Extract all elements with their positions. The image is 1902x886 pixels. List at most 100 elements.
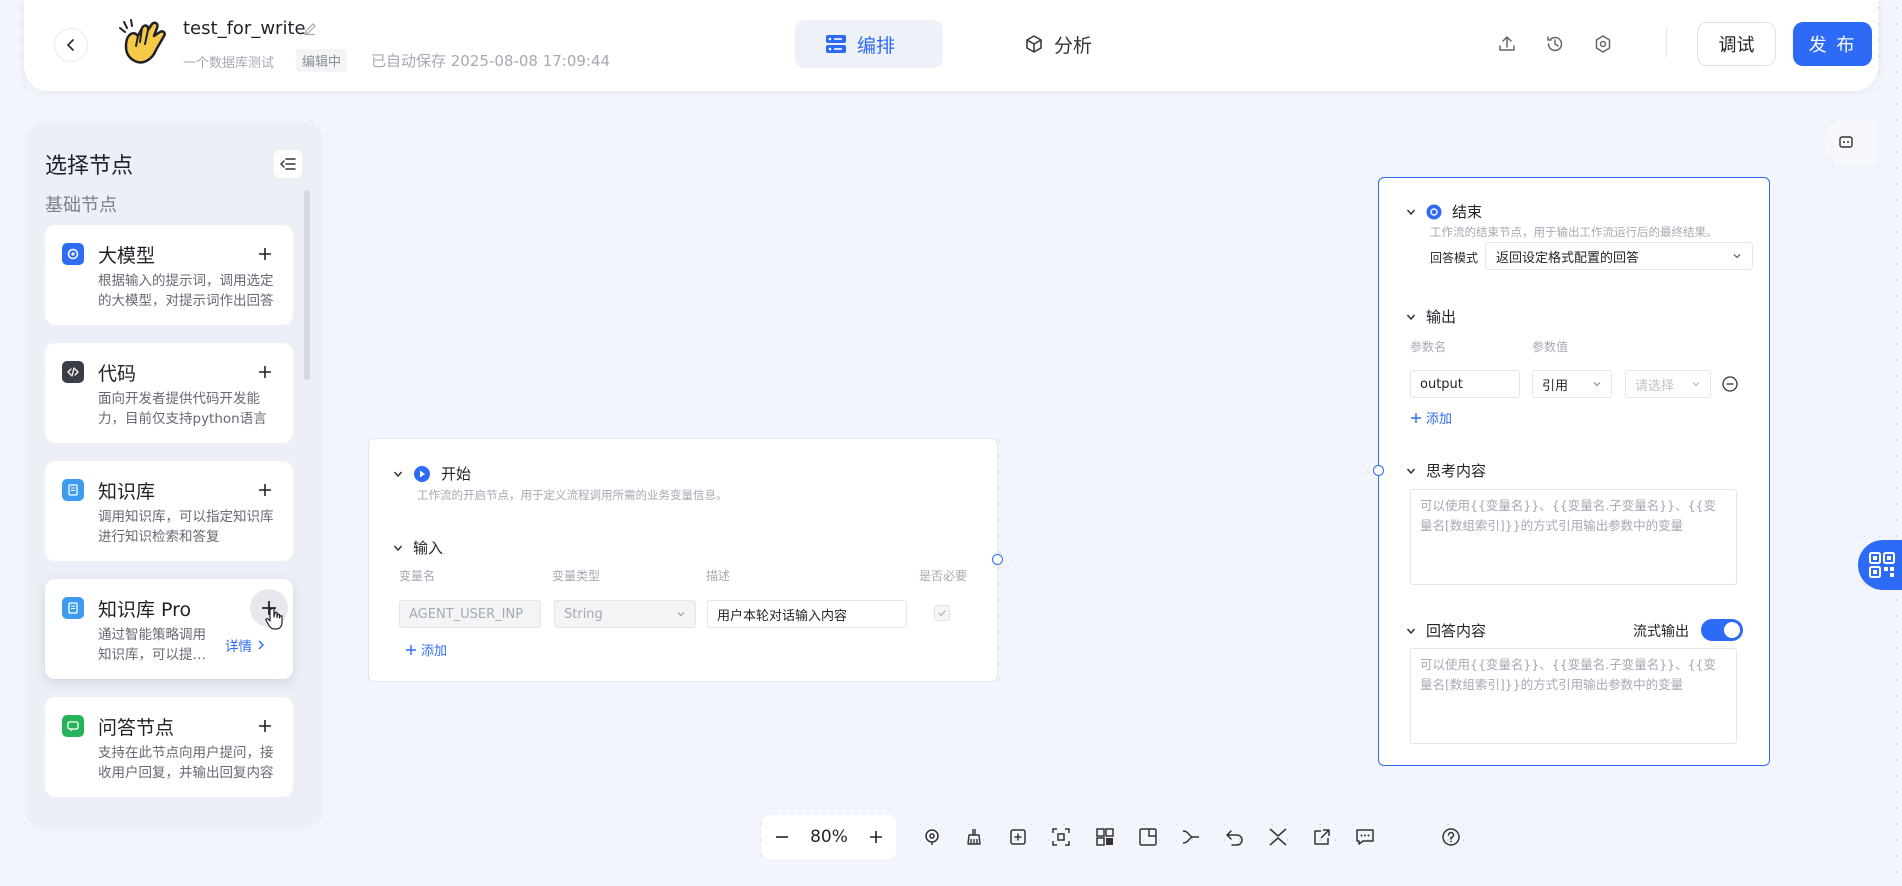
chevron-down-icon[interactable] — [1406, 466, 1416, 476]
edit-name-icon[interactable] — [303, 22, 317, 36]
collapse-all-icon[interactable] — [1267, 826, 1289, 848]
plus-icon — [259, 248, 271, 260]
stream-output-toggle[interactable] — [1701, 619, 1743, 641]
chevron-down-icon — [1692, 382, 1700, 387]
type-value: String — [564, 606, 603, 622]
param-ref-select[interactable]: 引用 — [1532, 370, 1612, 398]
answer-mode-select[interactable]: 返回设定格式配置的回答 — [1485, 242, 1753, 270]
side-panel-toggle[interactable] — [1824, 120, 1876, 164]
add-note-icon[interactable] — [1007, 826, 1029, 848]
end-input-port[interactable] — [1373, 465, 1384, 476]
thinking-section-header[interactable]: 思考内容 — [1406, 460, 1486, 481]
node-description: 支持在此节点向用户提问，接收用户回复，并输出回复内容 — [98, 745, 274, 781]
end-node[interactable]: 结束 工作流的结束节点，用于输出工作流运行后的最终结果。 回答模式 返回设定格式… — [1378, 177, 1770, 766]
add-node-button[interactable] — [254, 479, 276, 501]
chevron-down-icon[interactable] — [1406, 626, 1416, 636]
settings-icon[interactable] — [1591, 32, 1615, 56]
node-name: 大模型 — [98, 245, 156, 267]
chevron-down-icon[interactable] — [393, 469, 403, 479]
chevron-down-icon[interactable] — [1406, 312, 1416, 322]
thinking-content-textarea[interactable]: 可以使用{{变量名}}、{{变量名.子变量名}}、{{变量名[数组索引]}}的方… — [1410, 489, 1737, 585]
comment-icon[interactable] — [1354, 826, 1376, 848]
param-name-input[interactable]: output — [1410, 370, 1520, 398]
save-status: 已自动保存 2025-08-08 17:09:44 — [371, 52, 611, 70]
llm-icon — [62, 243, 84, 265]
clean-icon[interactable] — [963, 826, 985, 848]
undo-icon[interactable] — [1224, 826, 1246, 848]
column-header: 描述 — [706, 569, 731, 583]
scrollbar[interactable] — [304, 190, 310, 380]
qr-code-button[interactable] — [1858, 540, 1902, 590]
start-node[interactable]: 开始 工作流的开启节点，用于定义流程调用所需的业务变量信息。 输入 变量名 变量… — [368, 438, 998, 682]
minimap-icon[interactable] — [1137, 826, 1159, 848]
select-value: 返回设定格式配置的回答 — [1496, 250, 1640, 266]
select-placeholder: 请选择 — [1635, 378, 1675, 394]
fit-view-icon[interactable] — [1050, 826, 1072, 848]
node-card-qa[interactable]: 问答节点 支持在此节点向用户提问，接收用户回复，并输出回复内容 — [45, 697, 293, 797]
add-param-button[interactable]: 添加 — [1410, 408, 1452, 427]
node-card-llm[interactable]: 大模型 根据输入的提示词，调用选定的大模型，对提示词作出回答 — [45, 225, 293, 325]
tab-analyze[interactable]: 分析 — [994, 20, 1122, 68]
node-card-knowledge[interactable]: 知识库 调用知识库，可以指定知识库进行知识检索和答复 — [45, 461, 293, 561]
start-node-header[interactable]: 开始 — [393, 463, 471, 484]
stream-output-label: 流式输出 — [1633, 624, 1689, 640]
detail-label: 详情 — [225, 639, 252, 655]
remove-param-icon[interactable] — [1722, 376, 1738, 392]
section-label: 输入 — [413, 539, 444, 557]
auto-layout-icon[interactable] — [1094, 826, 1116, 848]
code-icon — [62, 361, 84, 383]
upload-icon[interactable] — [1495, 32, 1519, 56]
tab-orchestrate[interactable]: 编排 — [795, 20, 943, 68]
help-icon[interactable] — [1440, 826, 1462, 848]
connector-icon[interactable] — [1180, 826, 1202, 848]
publish-button[interactable]: 发 布 — [1793, 22, 1872, 66]
answer-mode-label: 回答模式 — [1430, 251, 1479, 265]
add-node-button[interactable] — [254, 243, 276, 265]
history-icon[interactable] — [1543, 32, 1567, 56]
node-name: 知识库 Pro — [98, 599, 192, 621]
chevron-down-icon[interactable] — [393, 543, 403, 553]
output-section-header[interactable]: 输出 — [1406, 306, 1456, 327]
minus-icon — [776, 836, 788, 838]
node-card-knowledge-pro[interactable]: 知识库 Pro 通过智能策略调用知识库，可以提供更好的效果 详情 — [45, 579, 293, 679]
hand-cursor-icon — [265, 607, 285, 631]
stop-icon — [1426, 204, 1442, 219]
chevron-left-icon — [66, 39, 74, 51]
column-header: 参数名 — [1410, 340, 1447, 354]
param-value-select[interactable]: 请选择 — [1625, 370, 1711, 398]
chevron-down-icon[interactable] — [1406, 207, 1416, 217]
node-description: 通过智能策略调用知识库，可以提供更好的效果 — [98, 627, 206, 663]
plus-icon — [1411, 412, 1421, 423]
add-variable-button[interactable]: 添加 — [405, 640, 447, 659]
add-node-button[interactable] — [254, 715, 276, 737]
description-field[interactable]: 用户本轮对话输入内容 — [707, 600, 907, 628]
plus-icon — [259, 720, 271, 732]
add-node-button[interactable] — [254, 361, 276, 383]
back-button[interactable] — [54, 28, 88, 62]
start-output-port[interactable] — [992, 554, 1003, 565]
zoom-in-button[interactable] — [868, 829, 884, 845]
debug-button[interactable]: 调试 — [1697, 22, 1776, 66]
status-badge: 编辑中 — [296, 49, 348, 72]
locate-icon[interactable] — [921, 826, 943, 848]
robot-icon — [1839, 136, 1853, 148]
zoom-out-button[interactable] — [774, 829, 790, 845]
app-description: 一个数据库测试 — [183, 56, 275, 71]
end-node-header[interactable]: 结束 — [1406, 201, 1482, 222]
answer-section-header[interactable]: 回答内容 — [1406, 620, 1486, 641]
divider — [1666, 28, 1667, 58]
export-icon[interactable] — [1311, 826, 1333, 848]
select-value: 引用 — [1542, 378, 1569, 394]
qa-icon — [62, 715, 84, 737]
zoom-level: 80% — [810, 827, 848, 847]
node-card-code[interactable]: 代码 面向开发者提供代码开发能力，目前仅支持python语言 — [45, 343, 293, 443]
add-label: 添加 — [1426, 412, 1453, 427]
answer-content-textarea[interactable]: 可以使用{{变量名}}、{{变量名.子变量名}}、{{变量名[数组索引]}}的方… — [1410, 648, 1737, 744]
app-avatar-icon — [116, 16, 172, 72]
section-label: 输出 — [1426, 308, 1457, 326]
collapse-panel-button[interactable] — [274, 150, 302, 178]
chevron-down-icon — [677, 612, 685, 617]
node-detail-link[interactable]: 详情 — [225, 635, 266, 655]
input-section-header[interactable]: 输入 — [393, 537, 443, 558]
panel-title: 选择节点 — [45, 154, 134, 179]
